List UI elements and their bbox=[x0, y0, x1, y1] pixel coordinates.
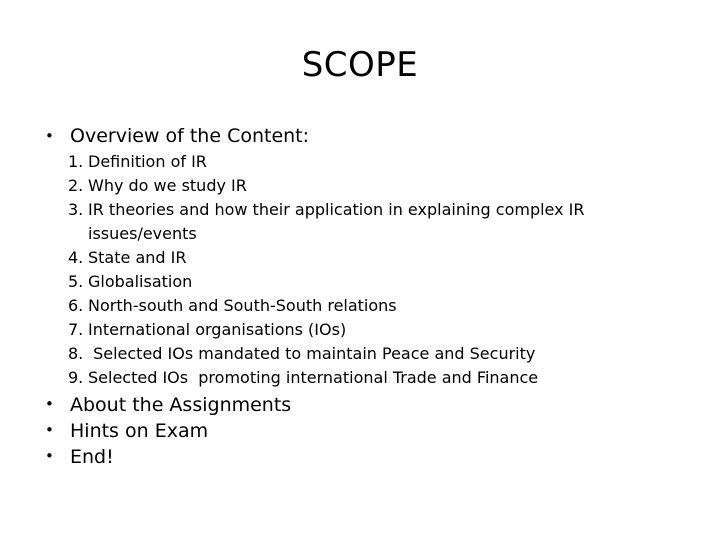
bullet-end-label: End! bbox=[70, 446, 114, 468]
list-item-label: North-south and South-South relations bbox=[88, 296, 397, 315]
list-item-number: 1. bbox=[68, 152, 84, 171]
list-item-label: Selected IOs mandated to maintain Peace … bbox=[88, 344, 536, 363]
numbered-list: 1. Definition of IR 2. Why do we study I… bbox=[38, 150, 688, 390]
list-item-number: 2. bbox=[68, 176, 84, 195]
list-item: 8. Selected IOs mandated to maintain Pea… bbox=[38, 342, 688, 366]
list-item-label: State and IR bbox=[88, 248, 187, 267]
list-item: 5. Globalisation bbox=[38, 270, 688, 294]
list-item: 4. State and IR bbox=[38, 246, 688, 270]
slide-title: SCOPE bbox=[301, 45, 419, 85]
bullet-hints-on-exam: • Hints on Exam bbox=[38, 418, 688, 444]
list-item: 9. Selected IOs promoting international … bbox=[38, 366, 688, 390]
list-item-label: IR theories and how their application in… bbox=[88, 200, 590, 243]
list-item: 7. International organisations (IOs) bbox=[38, 318, 688, 342]
bullet-overview-label: Overview of the Content: bbox=[70, 125, 310, 147]
bullet-end: • End! bbox=[38, 444, 688, 470]
bullet-about-assignments-label: About the Assignments bbox=[70, 394, 292, 416]
list-item-label: International organisations (IOs) bbox=[88, 320, 347, 339]
list-item: 3. IR theories and how their application… bbox=[38, 198, 688, 246]
list-item-number: 3. bbox=[68, 200, 84, 219]
slide-body: • Overview of the Content: 1. Definition… bbox=[38, 124, 688, 470]
list-item-number: 8. bbox=[68, 344, 84, 363]
bullet-marker-icon: • bbox=[45, 395, 54, 413]
list-item-label: Selected IOs promoting international Tra… bbox=[88, 368, 539, 387]
bullet-marker-icon: • bbox=[45, 447, 54, 465]
list-item-label: Definition of IR bbox=[88, 152, 207, 171]
list-item: 6. North-south and South-South relations bbox=[38, 294, 688, 318]
list-item-number: 9. bbox=[68, 368, 84, 387]
list-item-number: 7. bbox=[68, 320, 84, 339]
bullet-marker-icon: • bbox=[45, 421, 54, 439]
list-item-label: Globalisation bbox=[88, 272, 193, 291]
list-item: 1. Definition of IR bbox=[38, 150, 688, 174]
presentation-slide: SCOPE • Overview of the Content: 1. Defi… bbox=[0, 0, 720, 540]
list-item-number: 6. bbox=[68, 296, 84, 315]
list-item: 2. Why do we study IR bbox=[38, 174, 688, 198]
bullet-hints-on-exam-label: Hints on Exam bbox=[70, 420, 209, 442]
list-item-label: Why do we study IR bbox=[88, 176, 247, 195]
list-item-number: 4. bbox=[68, 248, 84, 267]
bullet-marker-icon: • bbox=[45, 127, 54, 145]
list-item-number: 5. bbox=[68, 272, 84, 291]
bullet-about-assignments: • About the Assignments bbox=[38, 392, 688, 418]
tail-bullet-list: • About the Assignments • Hints on Exam … bbox=[38, 392, 688, 470]
bullet-overview: • Overview of the Content: bbox=[38, 124, 688, 149]
